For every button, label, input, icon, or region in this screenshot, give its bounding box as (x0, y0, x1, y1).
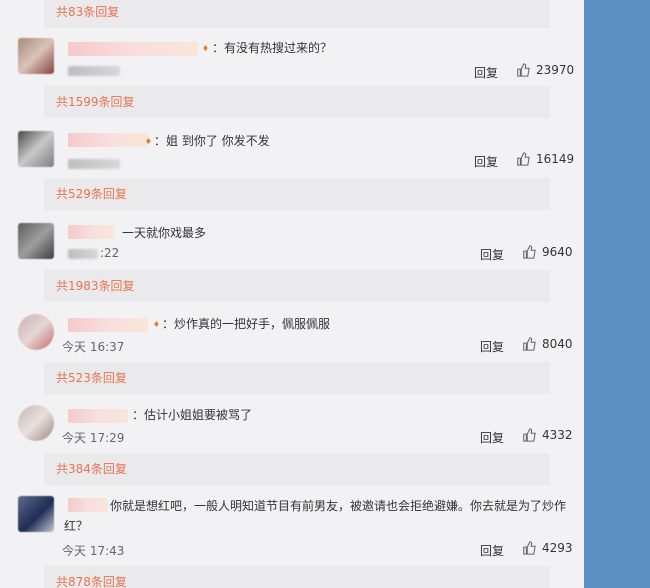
time-text (68, 159, 120, 169)
subreply-bar[interactable]: 共523条回复 (44, 362, 550, 394)
time-text: :22 (100, 246, 120, 260)
subreply-link[interactable]: 共1983条回复 (56, 279, 135, 293)
username[interactable] (68, 498, 108, 512)
subreply-bar[interactable]: 共878条回复 (44, 566, 550, 588)
like-count: 23970 (536, 63, 575, 77)
like-count: 16149 (536, 152, 575, 166)
subreply-bar[interactable]: 共384条回复 (44, 453, 550, 485)
vip-badge-icon: ♦ (201, 44, 210, 53)
comment-text: 一天就你戏最多 (122, 226, 207, 240)
subreply-bar[interactable]: 共529条回复 (44, 178, 550, 210)
like-count: 4293 (542, 541, 573, 555)
like-count: 4332 (542, 428, 573, 442)
reply-button[interactable]: 回复 (480, 338, 504, 355)
comment-text: ：有没有热搜过来的？ (212, 41, 333, 55)
avatar[interactable] (18, 38, 54, 74)
like-count: 8040 (542, 337, 573, 351)
reply-button[interactable]: 回复 (474, 64, 498, 81)
like-button[interactable]: 23970 (516, 63, 574, 77)
username[interactable] (68, 318, 148, 332)
subreply-link[interactable]: 共83条回复 (56, 5, 119, 19)
subreply-link[interactable]: 共529条回复 (56, 187, 127, 201)
time-blur (68, 249, 98, 259)
time-text: 今天 17:29 (62, 431, 125, 445)
reply-button[interactable]: 回复 (480, 429, 504, 446)
subreply-link[interactable]: 共523条回复 (56, 371, 127, 385)
comment-text: ：估计小姐姐要被骂了 (132, 408, 253, 422)
subreply-bar[interactable]: 共1983条回复 (44, 270, 550, 302)
subreply-link[interactable]: 共1599条回复 (56, 95, 135, 109)
comment-list: 共83条回复 ♦ ：有没有热搜过来的？ 回复 23970 共1599条回复 ♦ … (0, 0, 584, 588)
username[interactable] (68, 42, 198, 56)
comment-text-line1: 你就是想红吧，一般人明知道节目有前男友，被邀请也会拒绝避嫌。你去就是为了炒作 (110, 499, 567, 513)
thumbs-up-icon (517, 63, 530, 77)
username[interactable] (68, 225, 114, 239)
reply-button[interactable]: 回复 (480, 542, 504, 559)
time-text: 今天 17:43 (62, 544, 125, 558)
time-text: 今天 16:37 (62, 340, 125, 354)
vip-badge-icon: ♦ (144, 137, 153, 146)
thumbs-up-icon (523, 541, 536, 555)
time-text (68, 66, 120, 76)
thumbs-up-icon (523, 245, 536, 259)
like-button[interactable]: 16149 (516, 152, 574, 166)
reply-button[interactable]: 回复 (474, 153, 498, 170)
like-count: 9640 (542, 245, 573, 259)
reply-button[interactable]: 回复 (480, 246, 504, 263)
subreply-bar[interactable]: 共83条回复 (44, 0, 550, 28)
subreply-bar[interactable]: 共1599条回复 (44, 86, 550, 118)
thumbs-up-icon (523, 337, 536, 351)
page-background-strip (584, 0, 650, 588)
subreply-link[interactable]: 共878条回复 (56, 575, 127, 588)
avatar[interactable] (18, 496, 54, 532)
username[interactable] (68, 409, 128, 423)
avatar[interactable] (18, 223, 54, 259)
avatar[interactable] (18, 131, 54, 167)
username[interactable] (68, 133, 148, 147)
vip-badge-icon: ♦ (152, 320, 161, 329)
thumbs-up-icon (517, 152, 530, 166)
comment-text: ：姐 到你了 你发不发 (154, 134, 270, 148)
avatar[interactable] (18, 314, 54, 350)
like-button[interactable]: 4293 (522, 541, 573, 555)
avatar[interactable] (18, 405, 54, 441)
like-button[interactable]: 4332 (522, 428, 573, 442)
thumbs-up-icon (523, 428, 536, 442)
comment-text-line2: 红？ (64, 519, 89, 533)
comment-text: ：炒作真的一把好手，佩服佩服 (162, 317, 331, 331)
like-button[interactable]: 9640 (522, 245, 573, 259)
subreply-link[interactable]: 共384条回复 (56, 462, 127, 476)
like-button[interactable]: 8040 (522, 337, 573, 351)
